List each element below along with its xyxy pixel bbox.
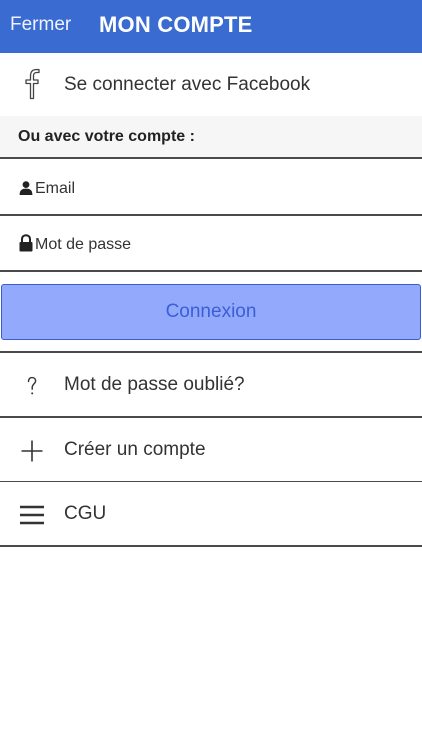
facebook-login-row[interactable]: Se connecter avec Facebook xyxy=(0,53,422,116)
section-heading-text: Ou avec votre compte : xyxy=(18,128,195,145)
plus-icon xyxy=(21,440,43,462)
connect-button[interactable]: Connexion xyxy=(1,284,421,340)
create-account-label: Créer un compte xyxy=(64,439,206,460)
account-section-heading: Ou avec votre compte : xyxy=(0,116,422,159)
email-input[interactable] xyxy=(35,174,405,204)
facebook-login-label: Se connecter avec Facebook xyxy=(64,74,311,95)
facebook-f-icon xyxy=(25,68,40,100)
close-button[interactable]: Fermer xyxy=(10,14,71,36)
forgot-password-item[interactable]: Mot de passe oublié? xyxy=(0,353,422,417)
page-title: MON COMPTE xyxy=(99,12,253,37)
cgu-label: CGU xyxy=(64,503,107,524)
menu-lines-icon xyxy=(20,505,44,525)
question-icon xyxy=(27,376,37,395)
email-field[interactable] xyxy=(0,160,422,216)
cgu-item[interactable]: CGU xyxy=(0,482,422,546)
lock-icon xyxy=(19,234,33,252)
user-icon xyxy=(19,181,33,195)
top-bar: Fermer MON COMPTE xyxy=(0,0,422,53)
forgot-password-label: Mot de passe oublié? xyxy=(64,374,245,395)
divider xyxy=(0,545,422,547)
password-input[interactable] xyxy=(35,230,405,260)
password-field[interactable] xyxy=(0,216,422,272)
create-account-item[interactable]: Créer un compte xyxy=(0,418,422,482)
